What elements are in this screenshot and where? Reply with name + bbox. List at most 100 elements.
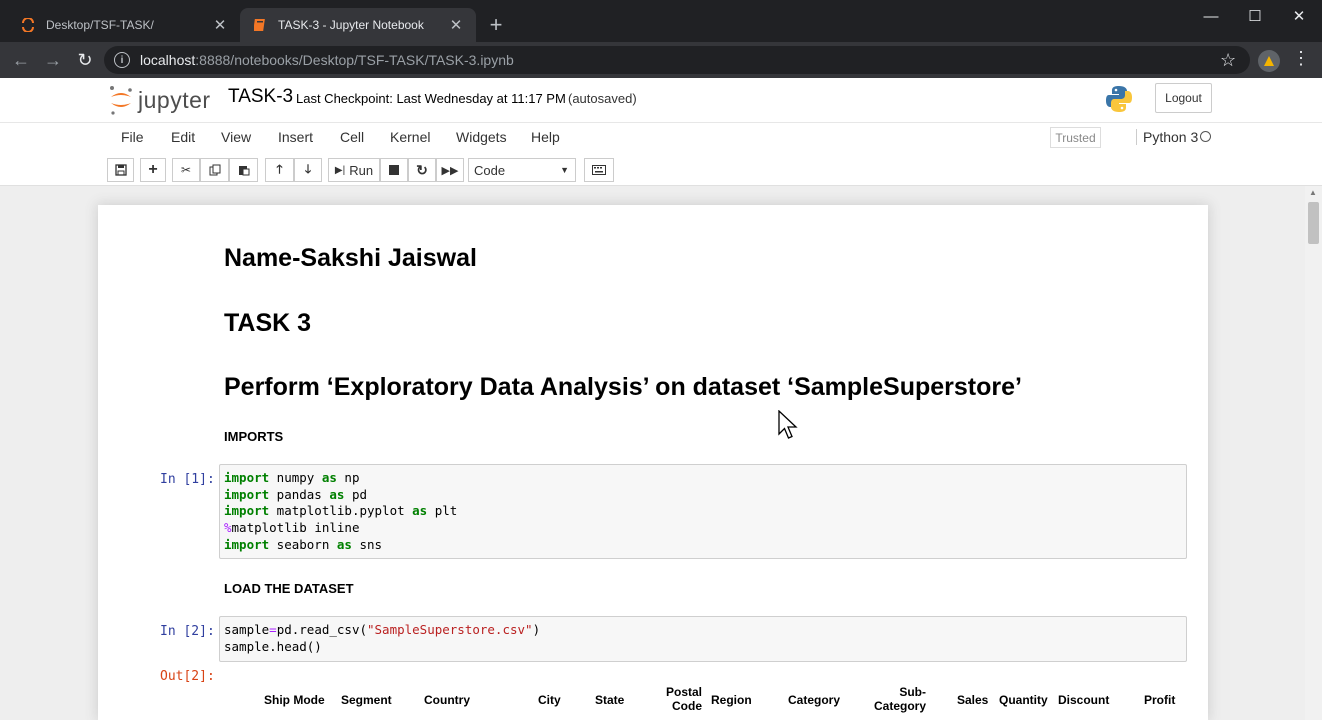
output-prompt: Out[2]: bbox=[160, 669, 215, 684]
jupyter-wordmark: jupyter bbox=[138, 86, 211, 113]
kernel-name[interactable]: Python 3 bbox=[1136, 129, 1198, 145]
cell-type-select[interactable]: Code ▼ bbox=[468, 158, 576, 182]
keyboard-icon bbox=[592, 165, 606, 175]
menu-file[interactable]: File bbox=[121, 129, 144, 145]
column-header: Ship Mode bbox=[264, 693, 325, 707]
code-cell-load[interactable]: sample=pd.read_csv("SampleSuperstore.csv… bbox=[219, 616, 1187, 662]
heading-perform: Perform ‘Exploratory Data Analysis’ on d… bbox=[224, 373, 1022, 401]
run-button[interactable]: ▶| Run bbox=[328, 158, 380, 182]
mouse-cursor-icon bbox=[778, 409, 798, 445]
menu-edit[interactable]: Edit bbox=[171, 129, 195, 145]
jupyter-logo[interactable]: jupyter bbox=[108, 84, 211, 116]
checkpoint-status: Last Checkpoint: Last Wednesday at 11:17… bbox=[296, 91, 566, 106]
save-icon bbox=[114, 164, 127, 176]
menu-cell[interactable]: Cell bbox=[340, 129, 364, 145]
column-header: Sales bbox=[957, 693, 989, 707]
code-cell-imports[interactable]: import numpy as np import pandas as pd i… bbox=[219, 464, 1187, 559]
browser-tab-strip: Desktop/TSF-TASK/ ✕ TASK-3 - Jupyter Not… bbox=[0, 0, 1322, 42]
column-header: Sub-Category bbox=[873, 685, 926, 713]
heading-name: Name-Sakshi Jaiswal bbox=[224, 244, 477, 272]
interrupt-button[interactable] bbox=[380, 158, 408, 182]
command-palette-button[interactable] bbox=[584, 158, 614, 182]
fast-forward-icon: ▶▶ bbox=[441, 164, 459, 177]
scroll-up-arrow-icon[interactable]: ▲ bbox=[1309, 188, 1317, 197]
paste-icon bbox=[238, 166, 249, 176]
move-down-button[interactable]: 🡓 bbox=[294, 158, 322, 182]
forward-arrow-icon[interactable]: → bbox=[40, 47, 66, 73]
input-prompt: In [2]: bbox=[160, 624, 215, 639]
column-header: Country bbox=[424, 693, 470, 707]
autosave-status: (autosaved) bbox=[568, 91, 637, 106]
column-header: City bbox=[538, 693, 561, 707]
input-prompt: In [1]: bbox=[160, 472, 215, 487]
close-window-icon[interactable]: ✕ bbox=[1276, 0, 1322, 32]
cell-type-value: Code bbox=[474, 162, 506, 178]
dataframe-header-row: Ship Mode Segment Country City State Pos… bbox=[224, 683, 1182, 720]
notebook-scrollbar[interactable]: ▲ bbox=[1305, 186, 1322, 720]
menu-insert[interactable]: Insert bbox=[278, 129, 313, 145]
section-imports: IMPORTS bbox=[224, 429, 284, 444]
insert-cell-button[interactable]: + bbox=[140, 158, 166, 182]
copy-button[interactable] bbox=[200, 158, 229, 182]
url-host: localhost bbox=[140, 52, 196, 68]
column-header: Postal Code bbox=[665, 685, 702, 713]
restart-button[interactable]: ↻ bbox=[408, 158, 436, 182]
column-header: Segment bbox=[341, 693, 392, 707]
move-up-button[interactable]: 🡑 bbox=[265, 158, 294, 182]
notebook-container: Name-Sakshi Jaiswal TASK 3 Perform ‘Expl… bbox=[98, 205, 1208, 720]
paste-button[interactable] bbox=[229, 158, 258, 182]
menu-widgets[interactable]: Widgets bbox=[456, 129, 507, 145]
scissors-icon: ✂ bbox=[180, 163, 192, 177]
browser-toolbar: ← → ↻ i localhost:8888/notebooks/Desktop… bbox=[0, 42, 1322, 78]
notebook-favicon-icon bbox=[252, 17, 268, 33]
trusted-badge[interactable]: Trusted bbox=[1050, 127, 1101, 148]
step-forward-icon: ▶| bbox=[334, 164, 346, 176]
run-label: Run bbox=[349, 162, 374, 178]
tab-title: Desktop/TSF-TASK/ bbox=[46, 18, 154, 32]
bookmark-star-icon[interactable]: ☆ bbox=[1220, 50, 1236, 71]
menu-view[interactable]: View bbox=[221, 129, 251, 145]
browser-menu-icon[interactable]: ⋮ bbox=[1292, 48, 1310, 69]
tab-title: TASK-3 - Jupyter Notebook bbox=[278, 18, 424, 32]
url-path: :8888/notebooks/Desktop/TSF-TASK/TASK-3.… bbox=[195, 52, 514, 68]
jupyter-favicon-icon bbox=[20, 17, 36, 33]
column-header: Profit bbox=[1144, 693, 1176, 707]
new-tab-plus-icon[interactable]: + bbox=[484, 13, 508, 37]
reload-icon[interactable]: ↻ bbox=[72, 47, 98, 73]
stop-icon bbox=[389, 165, 399, 175]
column-header: Discount bbox=[1058, 693, 1110, 707]
restart-run-all-button[interactable]: ▶▶ bbox=[436, 158, 464, 182]
cut-button[interactable]: ✂ bbox=[172, 158, 200, 182]
site-info-icon[interactable]: i bbox=[114, 52, 130, 68]
menu-kernel[interactable]: Kernel bbox=[390, 129, 430, 145]
maximize-window-icon[interactable]: ☐ bbox=[1232, 0, 1278, 32]
kernel-idle-indicator-icon bbox=[1200, 131, 1211, 142]
minimize-window-icon[interactable]: — bbox=[1188, 0, 1234, 32]
scrollbar-thumb[interactable] bbox=[1308, 202, 1319, 244]
column-header: State bbox=[595, 693, 625, 707]
menu-help[interactable]: Help bbox=[531, 129, 560, 145]
close-tab-icon[interactable]: ✕ bbox=[212, 16, 228, 34]
browser-tab-desktop[interactable]: Desktop/TSF-TASK/ ✕ bbox=[8, 8, 240, 42]
browser-tab-notebook[interactable]: TASK-3 - Jupyter Notebook ✕ bbox=[240, 8, 476, 42]
restart-icon: ↻ bbox=[416, 161, 428, 178]
close-tab-icon[interactable]: ✕ bbox=[448, 16, 464, 34]
profile-avatar-icon[interactable] bbox=[1258, 50, 1280, 72]
arrow-down-icon: 🡓 bbox=[304, 161, 312, 176]
plus-icon: + bbox=[148, 161, 158, 178]
jupyter-header: jupyter TASK-3 Last Checkpoint: Last Wed… bbox=[0, 78, 1322, 186]
section-load-dataset: LOAD THE DATASET bbox=[224, 581, 354, 596]
column-header: Region bbox=[711, 693, 752, 707]
address-bar[interactable]: i localhost:8888/notebooks/Desktop/TSF-T… bbox=[104, 46, 1250, 74]
notebook-toolbar: + ✂ 🡑 🡓 ▶| Run ↻ ▶▶ Code ▼ bbox=[0, 156, 1322, 184]
heading-task: TASK 3 bbox=[224, 309, 312, 337]
logout-button[interactable]: Logout bbox=[1155, 83, 1212, 113]
chevron-down-icon: ▼ bbox=[560, 165, 569, 175]
save-button[interactable] bbox=[107, 158, 134, 182]
back-arrow-icon[interactable]: ← bbox=[8, 47, 34, 73]
jupyter-logo-icon bbox=[110, 86, 132, 115]
copy-icon bbox=[209, 164, 220, 176]
notebook-name[interactable]: TASK-3 bbox=[228, 86, 293, 108]
menu-bar: File Edit View Insert Cell Kernel Widget… bbox=[0, 122, 1322, 152]
python-logo-icon bbox=[1104, 84, 1134, 119]
